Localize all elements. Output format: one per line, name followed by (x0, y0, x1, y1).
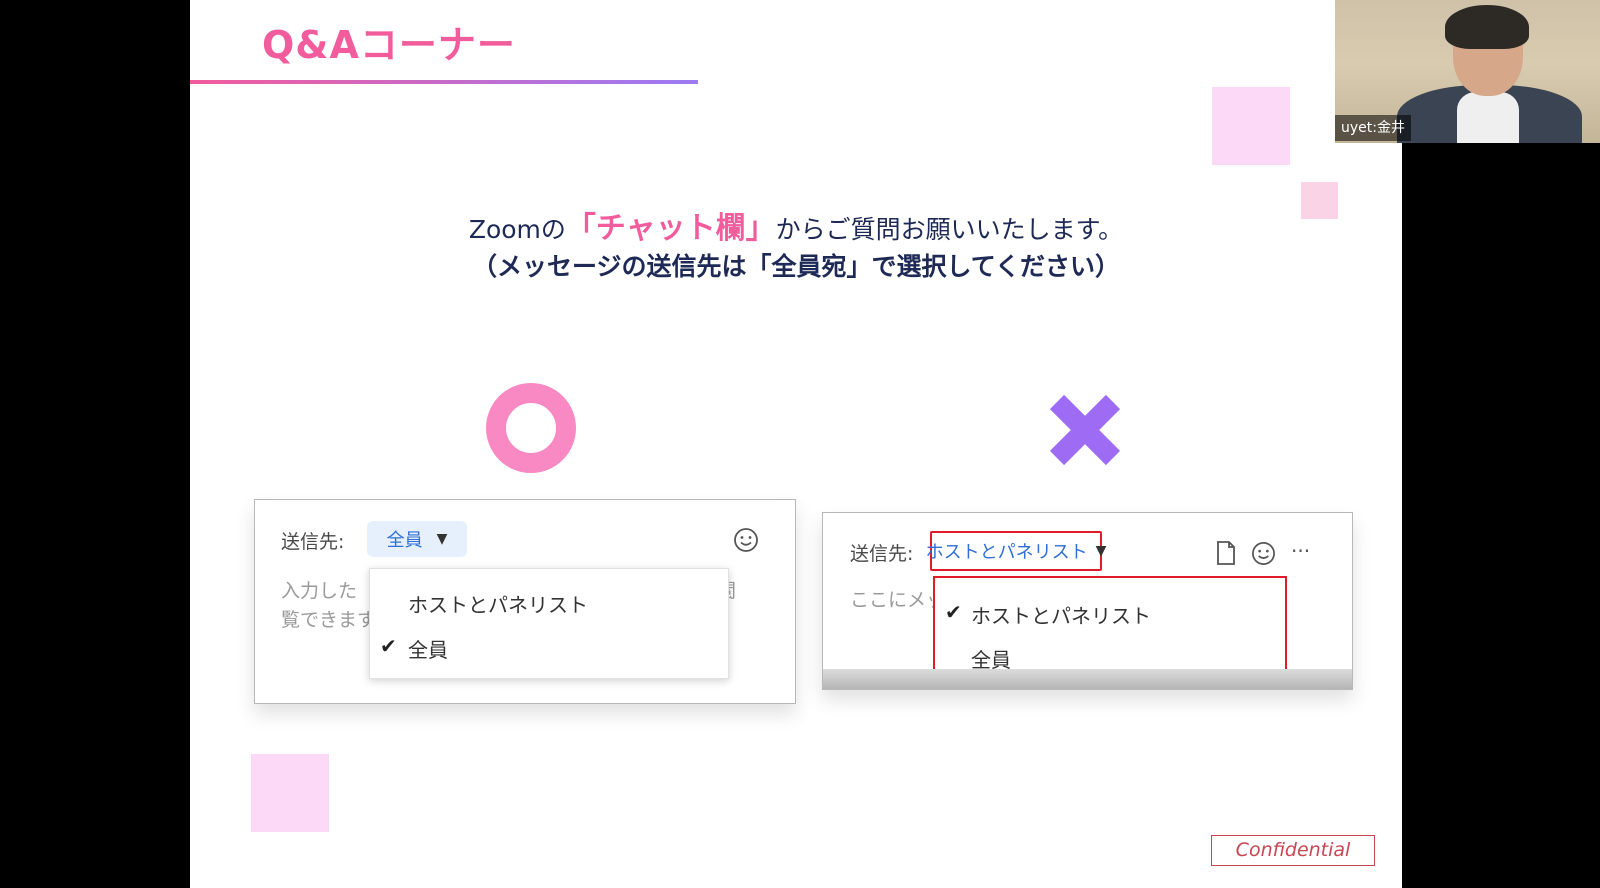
instruction-suffix: からご質問お願いいたします。 (775, 215, 1124, 244)
panel-bottom-bar (823, 669, 1352, 689)
decor-square-top (1212, 87, 1290, 165)
check-icon: ✔ (380, 634, 397, 658)
chevron-down-icon: ▼ (1095, 543, 1107, 559)
instruction-prefix: Zoomの (468, 215, 566, 244)
chevron-down-icon: ▼ (436, 531, 448, 547)
recipient-dropdown-menu: ホストとパネリスト ✔ 全員 (369, 568, 729, 679)
participant-shirt (1457, 92, 1519, 143)
correct-chat-panel: 送信先: 全員 ▼ 入力した 閲 覧できます ホストとパネリスト ✔ 全員 (254, 499, 796, 704)
recipient-select-value: ホストとパネリスト (925, 542, 1088, 563)
wrong-chat-panel: 送信先: ホストとパネリスト ▼ ··· ここにメッセ ✔ ホストとパネリスト … (822, 512, 1353, 690)
menu-item-everyone[interactable]: 全員 (408, 634, 448, 663)
confidential-badge: Confidential (1211, 835, 1375, 866)
message-placeholder-line2: 覧できます (281, 609, 377, 631)
presentation-slide: Q&Aコーナー Zoomの「チャット欄」からご質問お願いいたします。 （メッセー… (190, 0, 1402, 888)
instruction-note: （メッセージの送信先は「全員宛」で選択してください） (471, 252, 1120, 281)
recipient-select-value: 全員 (386, 530, 423, 551)
message-placeholder-line1: 入力した (281, 580, 358, 602)
circle-mark-icon (486, 383, 576, 473)
participant-video-tile[interactable]: uyet:金井 (1335, 0, 1600, 143)
send-to-label: 送信先: (281, 531, 345, 553)
emoji-icon[interactable] (733, 527, 759, 553)
title-underline (190, 80, 698, 84)
instruction-line: Zoomの「チャット欄」からご質問お願いいたします。 (190, 203, 1402, 247)
cross-mark-icon (1049, 394, 1121, 466)
instruction-highlight: 「チャット欄」 (565, 211, 776, 246)
participant-hair (1445, 5, 1529, 49)
more-icon[interactable]: ··· (1291, 539, 1310, 563)
send-to-label: 送信先: (850, 543, 914, 565)
recipient-select[interactable]: ホストとパネリスト ▼ (926, 531, 1106, 571)
menu-item-hosts-panelists[interactable]: ホストとパネリスト (408, 589, 588, 618)
recipient-select[interactable]: 全員 ▼ (367, 521, 467, 557)
file-icon[interactable] (1215, 540, 1237, 566)
menu-item-hosts-panelists[interactable]: ホストとパネリスト (971, 600, 1151, 629)
check-icon: ✔ (945, 600, 962, 624)
emoji-icon[interactable] (1251, 541, 1276, 566)
decor-square-bottom (251, 754, 329, 832)
slide-title: Q&Aコーナー (262, 23, 516, 67)
participant-name-label: uyet:金井 (1335, 115, 1411, 141)
